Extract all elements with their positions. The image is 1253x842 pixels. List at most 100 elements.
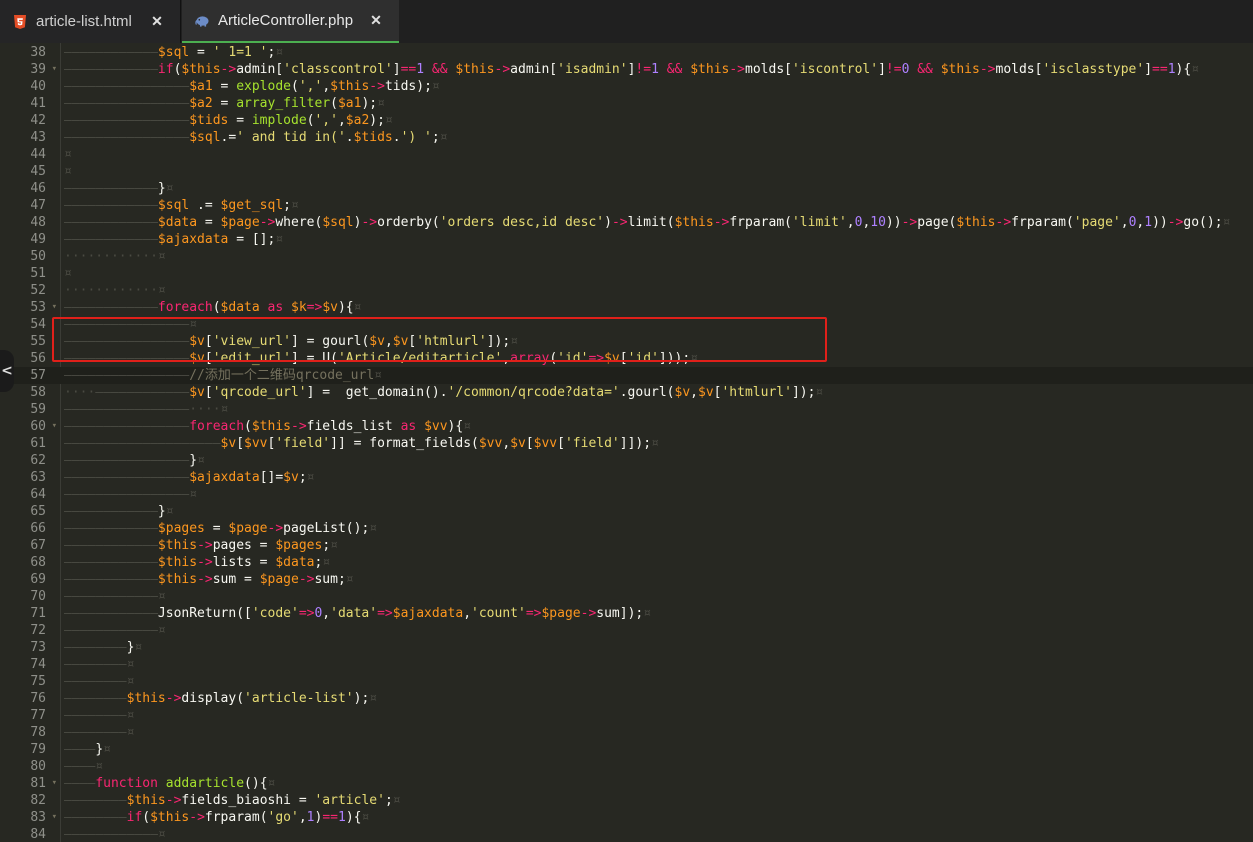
code-line[interactable]: 74 ————————¤ — [0, 656, 1253, 673]
code-token: ( — [330, 96, 338, 111]
code-line[interactable]: 48 ————————————$data = $page->where($sql)… — [0, 214, 1253, 231]
code-token: 'htmlurl' — [721, 385, 792, 400]
code-line[interactable]: 79 ————}¤ — [0, 741, 1253, 758]
code-token: , — [298, 810, 307, 825]
code-line[interactable]: 40 ————————————————$a1 = explode(',',$thi… — [0, 78, 1253, 95]
tab-articlecontroller-php[interactable]: ArticleController.php ✕ — [182, 0, 399, 43]
line-gutter: 73 — [0, 639, 60, 656]
code-token: foreach — [189, 419, 245, 434]
code-line[interactable]: 57 ————————————————//添加一个二维码qrcode_url¤ — [0, 367, 1253, 384]
code-token: if — [126, 810, 143, 825]
code-token: page( — [917, 215, 957, 230]
code-line[interactable]: 53 ▾ ————————————foreach($data as $k=>$v){… — [0, 299, 1253, 316]
code-token: ————————————¤ — [64, 623, 166, 638]
code-line[interactable]: 59 ————————————————····¤ — [0, 401, 1253, 418]
code-token: $sql — [322, 215, 354, 230]
code-line[interactable]: 82 ————————$this->fields_biaoshi = 'artic… — [0, 792, 1253, 809]
fold-arrow-icon[interactable]: ▾ — [52, 299, 57, 316]
line-code: ————————$this->fields_biaoshi = 'article… — [64, 792, 401, 809]
code-token: lists = — [212, 555, 276, 570]
code-token: implode — [251, 113, 307, 128]
code-line[interactable]: 70 ————————————¤ — [0, 588, 1253, 605]
code-line[interactable]: 77 ————————¤ — [0, 707, 1253, 724]
code-line[interactable]: 83 ▾ ————————if($this->frparam('go',1)==1)… — [0, 809, 1253, 826]
code-line[interactable]: 51 ¤ — [0, 265, 1253, 282]
code-token: foreach — [157, 300, 213, 315]
code-token: ¤ — [64, 266, 72, 281]
line-gutter: 82 — [0, 792, 60, 809]
code-line[interactable]: 60 ▾ ————————————————foreach($this->fields… — [0, 418, 1253, 435]
code-token: [ — [557, 436, 565, 451]
code-token: ¤ — [1191, 62, 1200, 77]
code-line[interactable]: 84 ————————————¤ — [0, 826, 1253, 842]
code-token: ){ — [337, 300, 354, 315]
code-token: 1 — [1144, 215, 1153, 230]
code-line[interactable]: 46 ————————————}¤ — [0, 180, 1253, 197]
fold-arrow-icon[interactable]: ▾ — [52, 418, 57, 435]
code-line[interactable]: 47 ————————————$sql .= $get_sql;¤ — [0, 197, 1253, 214]
code-token: ¤ — [103, 742, 111, 757]
code-line[interactable]: 39 ▾ ————————————if($this->admin['classcon… — [0, 61, 1253, 78]
code-token: $this — [455, 62, 495, 77]
close-icon[interactable]: ✕ — [367, 12, 385, 29]
code-line[interactable]: 42 ————————————————$tids = implode(',',$a… — [0, 112, 1253, 129]
code-token: )) — [885, 215, 902, 230]
code-line[interactable]: 43 ————————————————$sql.=' and tid in('.$… — [0, 129, 1253, 146]
line-gutter: 60 ▾ — [0, 418, 60, 435]
code-token: $v — [698, 385, 714, 400]
line-number: 77 — [30, 708, 46, 723]
code-line[interactable]: 45 ¤ — [0, 163, 1253, 180]
code-token: ———————————— — [64, 62, 158, 77]
code-line[interactable]: 49 ————————————$ajaxdata = [];¤ — [0, 231, 1253, 248]
code-token: 'article' — [314, 793, 385, 808]
code-line[interactable]: 73 ————————}¤ — [0, 639, 1253, 656]
code-token: 'isclasstype' — [1042, 62, 1145, 77]
fold-arrow-icon[interactable]: ▾ — [52, 775, 57, 792]
code-line[interactable]: 63 ————————————————$ajaxdata[]=$v;¤ — [0, 469, 1253, 486]
code-token: != — [885, 62, 902, 77]
code-line[interactable]: 58 ····————————————$v['qrcode_url'] = get… — [0, 384, 1253, 401]
code-token: explode — [236, 79, 291, 94]
code-line[interactable]: 62 ————————————————}¤ — [0, 452, 1253, 469]
code-token: ; — [283, 198, 291, 213]
code-line[interactable]: 68 ————————————$this->lists = $data;¤ — [0, 554, 1253, 571]
line-number: 63 — [30, 470, 46, 485]
code-token: 'iscontrol' — [791, 62, 879, 77]
line-code: ————————if($this->frparam('go',1)==1){¤ — [64, 809, 369, 826]
code-line[interactable]: 66 ————————————$pages = $page->pageList()… — [0, 520, 1253, 537]
code-line[interactable]: 81 ▾ ————function addarticle(){¤ — [0, 775, 1253, 792]
line-code: ————————————$this->sum = $page->sum;¤ — [64, 571, 354, 588]
code-line[interactable]: 72 ————————————¤ — [0, 622, 1253, 639]
code-editor[interactable]: 38 ————————————$sql = ' 1=1 ';¤ 39 ▾ ———————… — [0, 43, 1253, 842]
code-token: -> — [197, 572, 213, 587]
code-line[interactable]: 65 ————————————}¤ — [0, 503, 1253, 520]
code-line[interactable]: 44 ¤ — [0, 146, 1253, 163]
code-line[interactable]: 76 ————————$this->display('article-list')… — [0, 690, 1253, 707]
code-line[interactable]: 50 ············¤ — [0, 248, 1253, 265]
code-line[interactable]: 67 ————————————$this->pages = $pages;¤ — [0, 537, 1253, 554]
code-line[interactable]: 41 ————————————————$a2 = array_filter($a1… — [0, 95, 1253, 112]
fold-arrow-icon[interactable]: ▾ — [52, 61, 57, 78]
line-gutter: 64 — [0, 486, 60, 503]
code-line[interactable]: 75 ————————¤ — [0, 673, 1253, 690]
code-line[interactable]: 71 ————————————JsonReturn(['code'=>0,'dat… — [0, 605, 1253, 622]
line-code: ————————————¤ — [64, 826, 166, 842]
code-token: $data — [157, 215, 198, 230]
tab-article-list-html[interactable]: article-list.html ✕ — [0, 0, 181, 43]
code-token: ———————————— — [64, 215, 158, 230]
chevron-left-icon[interactable]: < — [0, 350, 14, 392]
code-line[interactable]: 61 ————————————————————$v[$vv['field']] =… — [0, 435, 1253, 452]
code-line[interactable]: 52 ············¤ — [0, 282, 1253, 299]
code-token: ¤ — [275, 232, 284, 247]
code-line[interactable]: 38 ————————————$sql = ' 1=1 ';¤ — [0, 44, 1253, 61]
line-gutter: 75 — [0, 673, 60, 690]
code-token: $page — [228, 521, 268, 536]
code-token: orderby( — [377, 215, 440, 230]
close-icon[interactable]: ✕ — [148, 13, 166, 30]
code-line[interactable]: 69 ————————————$this->sum = $page->sum;¤ — [0, 571, 1253, 588]
code-line[interactable]: 64 ————————————————¤ — [0, 486, 1253, 503]
fold-arrow-icon[interactable]: ▾ — [52, 809, 57, 826]
code-line[interactable]: 80 ————¤ — [0, 758, 1253, 775]
code-line[interactable]: 78 ————————¤ — [0, 724, 1253, 741]
